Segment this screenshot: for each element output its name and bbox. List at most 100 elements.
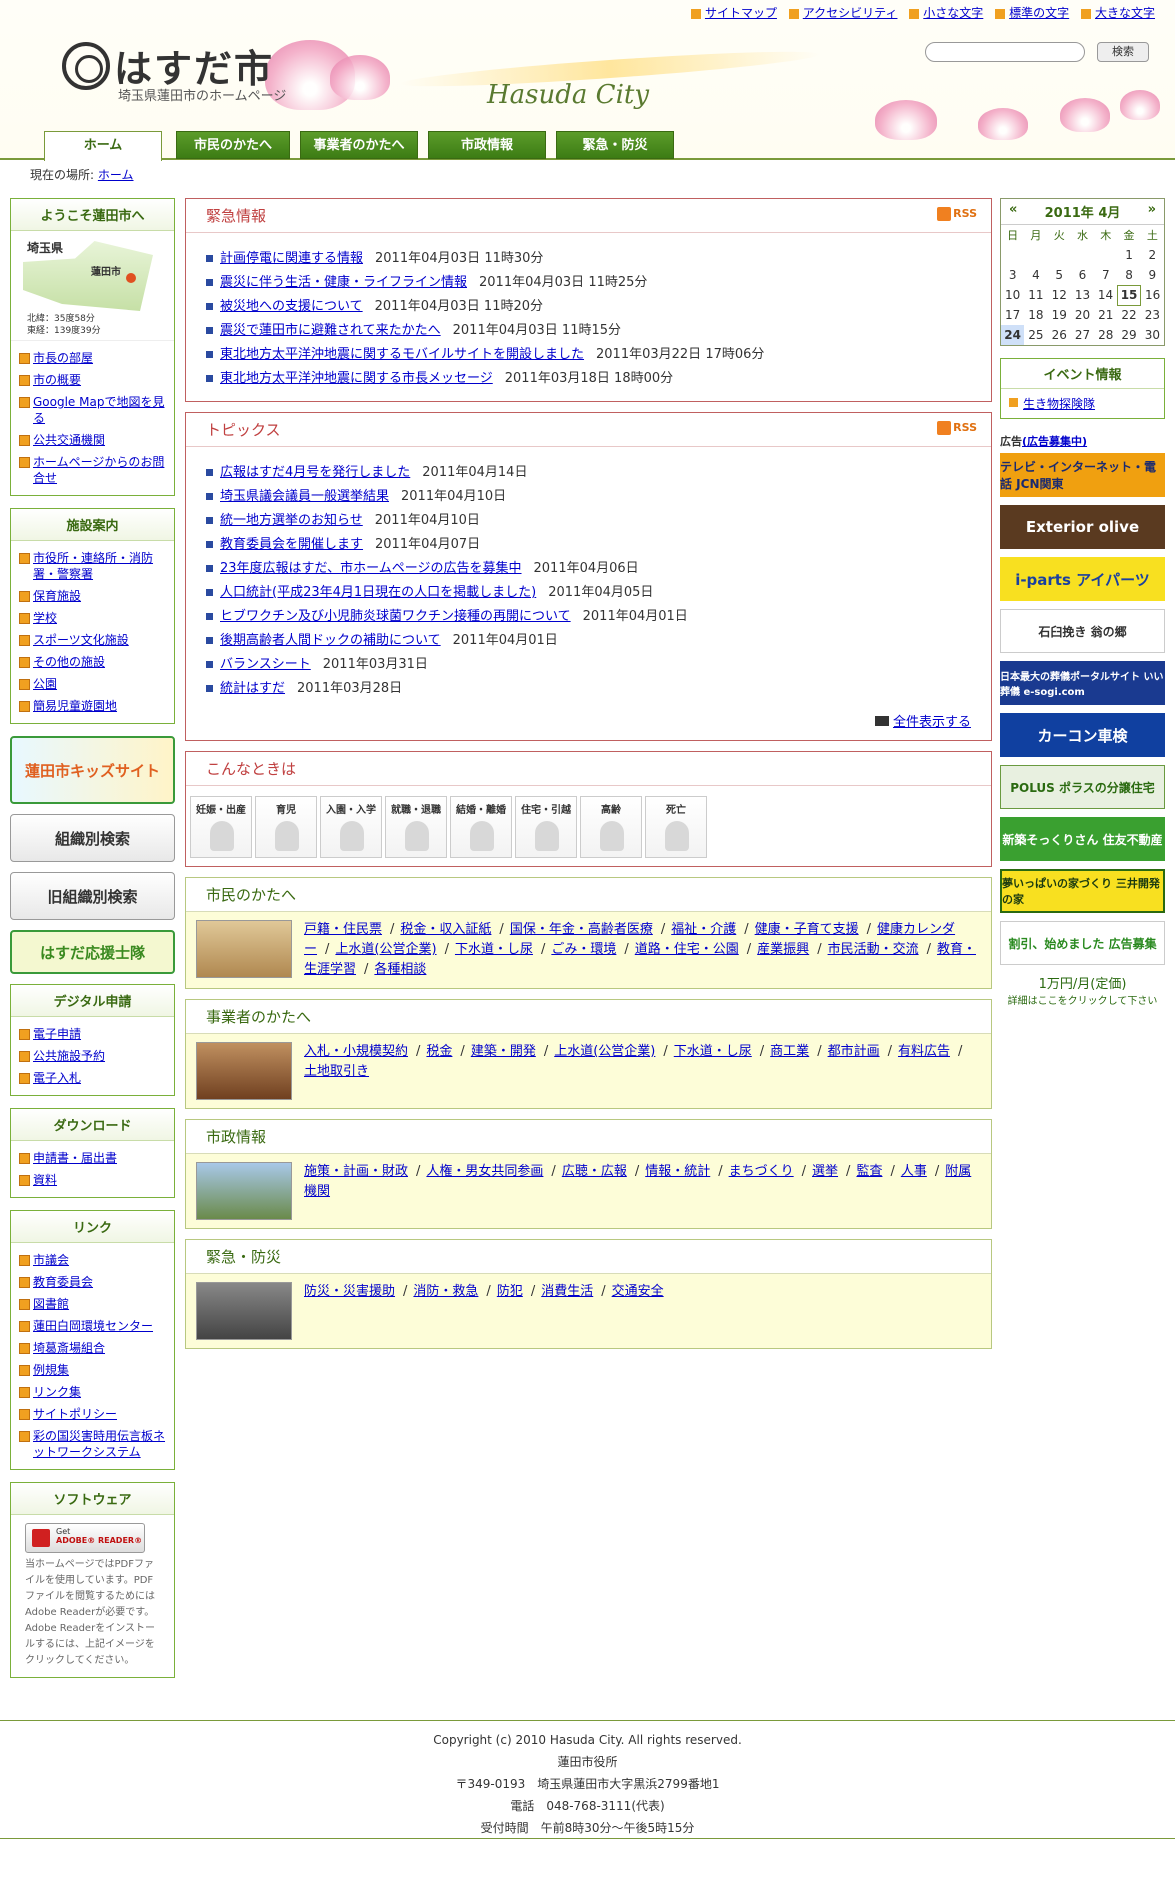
calendar-day[interactable]: 6 bbox=[1071, 265, 1094, 285]
calendar-day[interactable]: 18 bbox=[1024, 305, 1047, 325]
calendar-day[interactable]: 26 bbox=[1048, 325, 1071, 345]
calendar-day[interactable]: 4 bbox=[1024, 265, 1047, 285]
news-link[interactable]: 統計はすだ bbox=[220, 681, 285, 696]
list-item[interactable]: 公園 bbox=[19, 673, 166, 695]
view-all-link[interactable]: 全件表示する bbox=[893, 715, 971, 730]
category-link[interactable]: 下水道・し尿 bbox=[455, 942, 533, 957]
list-item[interactable]: 23年度広報はすだ、市ホームページの広告を募集中 2011年04月06日 bbox=[206, 557, 971, 581]
calendar-day[interactable]: 14 bbox=[1094, 285, 1117, 305]
list-item[interactable]: 教育委員会を開催します 2011年04月07日 bbox=[206, 533, 971, 557]
news-link[interactable]: 広報はすだ4月号を発行しました bbox=[220, 465, 410, 480]
list-item[interactable]: 図書館 bbox=[19, 1293, 166, 1315]
calendar-day[interactable]: 11 bbox=[1024, 285, 1047, 305]
category-link[interactable]: 健康・子育て支援 bbox=[755, 922, 859, 937]
calendar-day[interactable]: 7 bbox=[1094, 265, 1117, 285]
ad-banner[interactable]: i-parts アイパーツ bbox=[1000, 557, 1165, 601]
kids-site-banner[interactable]: 蓮田市キッズサイト bbox=[10, 736, 175, 804]
news-link[interactable]: バランスシート bbox=[220, 657, 311, 672]
list-item[interactable]: 埼葛斎場組合 bbox=[19, 1337, 166, 1359]
category-link[interactable]: 防犯 bbox=[497, 1284, 523, 1299]
category-link[interactable]: 広聴・広報 bbox=[562, 1164, 627, 1179]
search-button[interactable]: 検索 bbox=[1097, 42, 1149, 62]
list-item[interactable]: 学校 bbox=[19, 607, 166, 629]
list-item[interactable]: ホームページからのお問合せ bbox=[19, 451, 166, 489]
category-link[interactable]: 各種相談 bbox=[374, 962, 426, 977]
konna-button[interactable]: 死亡 bbox=[645, 796, 707, 858]
list-item[interactable]: Google Mapで地図を見る bbox=[19, 391, 166, 429]
list-item[interactable]: 計画停電に関連する情報 2011年04月03日 11時30分 bbox=[206, 247, 971, 271]
list-item[interactable]: 教育委員会 bbox=[19, 1271, 166, 1293]
list-item[interactable]: 彩の国災害時用伝言板ネットワークシステム bbox=[19, 1425, 166, 1463]
adobe-reader-badge[interactable]: Get ADOBE® READER® bbox=[25, 1523, 145, 1553]
ad-banner[interactable]: 夢いっぱいの家づくり 三井開発の家 bbox=[1000, 869, 1165, 913]
category-link[interactable]: 税金・収入証紙 bbox=[400, 922, 491, 937]
small-text-link[interactable]: 小さな文字 bbox=[923, 6, 983, 20]
category-link[interactable]: 上水道(公営企業) bbox=[335, 942, 436, 957]
category-link[interactable]: 下水道・し尿 bbox=[674, 1044, 752, 1059]
calendar-day[interactable]: 8 bbox=[1117, 265, 1140, 285]
category-link[interactable]: まちづくり bbox=[729, 1164, 794, 1179]
calendar-day[interactable]: 10 bbox=[1001, 285, 1024, 305]
list-item[interactable]: リンク集 bbox=[19, 1381, 166, 1403]
calendar-day[interactable]: 19 bbox=[1048, 305, 1071, 325]
news-link[interactable]: 震災で蓮田市に避難されて来たかたへ bbox=[220, 323, 441, 338]
list-item[interactable]: 電子申請 bbox=[19, 1023, 166, 1045]
ad-banner[interactable]: テレビ・インターネット・電話 JCN関東 bbox=[1000, 453, 1165, 497]
calendar-day[interactable]: 13 bbox=[1071, 285, 1094, 305]
calendar-day[interactable]: 5 bbox=[1048, 265, 1071, 285]
list-item[interactable]: 公共交通機関 bbox=[19, 429, 166, 451]
ad-banner[interactable]: 石臼挽き 翁の郷 bbox=[1000, 609, 1165, 653]
ad-banner[interactable]: 日本最大の葬儀ポータルサイト いい葬儀 e-sogi.com bbox=[1000, 661, 1165, 705]
ad-detail[interactable]: 詳細はここをクリックして下さい bbox=[1000, 992, 1165, 1007]
category-link[interactable]: 交通安全 bbox=[612, 1284, 664, 1299]
category-link[interactable]: 人事 bbox=[901, 1164, 927, 1179]
category-link[interactable]: 防災・災害援助 bbox=[304, 1284, 395, 1299]
category-link[interactable]: 土地取引き bbox=[304, 1064, 369, 1079]
news-link[interactable]: 埼玉県議会議員一般選挙結果 bbox=[220, 489, 389, 504]
list-item[interactable]: 生き物探険隊 bbox=[1009, 395, 1156, 412]
category-link[interactable]: 上水道(公営企業) bbox=[554, 1044, 655, 1059]
tab-citizens[interactable]: 市民のかたへ bbox=[176, 131, 290, 159]
category-link[interactable]: 消費生活 bbox=[541, 1284, 593, 1299]
calendar-day[interactable]: 1 bbox=[1117, 245, 1140, 265]
list-item[interactable]: 市長の部屋 bbox=[19, 347, 166, 369]
calendar-day[interactable]: 12 bbox=[1048, 285, 1071, 305]
news-link[interactable]: 計画停電に関連する情報 bbox=[220, 251, 363, 266]
calendar-day[interactable]: 23 bbox=[1141, 305, 1164, 325]
old-org-search-banner[interactable]: 旧組織別検索 bbox=[10, 872, 175, 920]
category-link[interactable]: 戸籍・住民票 bbox=[304, 922, 382, 937]
calendar-day[interactable]: 27 bbox=[1071, 325, 1094, 345]
news-link[interactable]: ヒブワクチン及び小児肺炎球菌ワクチン接種の再開について bbox=[220, 609, 571, 624]
list-item[interactable]: 人口統計(平成23年4月1日現在の人口を掲載しました) 2011年04月05日 bbox=[206, 581, 971, 605]
list-item[interactable]: スポーツ文化施設 bbox=[19, 629, 166, 651]
category-link[interactable]: 税金 bbox=[426, 1044, 452, 1059]
category-link[interactable]: 商工業 bbox=[770, 1044, 809, 1059]
tab-business[interactable]: 事業者のかたへ bbox=[300, 131, 418, 159]
list-item[interactable]: 蓮田白岡環境センター bbox=[19, 1315, 166, 1337]
category-link[interactable]: 施策・計画・財政 bbox=[304, 1164, 408, 1179]
ad-banner[interactable]: カーコン車検 bbox=[1000, 713, 1165, 757]
ad-banner[interactable]: Exterior olive bbox=[1000, 505, 1165, 549]
category-link[interactable]: 道路・住宅・公園 bbox=[635, 942, 739, 957]
news-link[interactable]: 統一地方選挙のお知らせ bbox=[220, 513, 363, 528]
list-item[interactable]: 広報はすだ4月号を発行しました 2011年04月14日 bbox=[206, 461, 971, 485]
konna-button[interactable]: 妊娠・出産 bbox=[190, 796, 252, 858]
ad-banner[interactable]: 割引、始めました 広告募集 bbox=[1000, 921, 1165, 965]
news-link[interactable]: 23年度広報はすだ、市ホームページの広告を募集中 bbox=[220, 561, 522, 576]
calendar-day[interactable]: 3 bbox=[1001, 265, 1024, 285]
news-link[interactable]: 震災に伴う生活・健康・ライフライン情報 bbox=[220, 275, 467, 290]
tab-municipal[interactable]: 市政情報 bbox=[428, 131, 546, 159]
tab-disaster[interactable]: 緊急・防災 bbox=[556, 131, 674, 159]
list-item[interactable]: 統計はすだ 2011年03月28日 bbox=[206, 677, 971, 701]
accessibility-link[interactable]: アクセシビリティ bbox=[803, 6, 898, 20]
category-link[interactable]: 産業振興 bbox=[757, 942, 809, 957]
calendar-day[interactable]: 17 bbox=[1001, 305, 1024, 325]
list-item[interactable]: 震災に伴う生活・健康・ライフライン情報 2011年04月03日 11時25分 bbox=[206, 271, 971, 295]
category-link[interactable]: 都市計画 bbox=[828, 1044, 880, 1059]
calendar-day[interactable]: 9 bbox=[1141, 265, 1164, 285]
list-item[interactable]: その他の施設 bbox=[19, 651, 166, 673]
list-item[interactable]: 市議会 bbox=[19, 1249, 166, 1271]
calendar-day[interactable]: 25 bbox=[1024, 325, 1047, 345]
tab-home[interactable]: ホーム bbox=[44, 131, 162, 161]
calendar-day[interactable]: 22 bbox=[1117, 305, 1140, 325]
